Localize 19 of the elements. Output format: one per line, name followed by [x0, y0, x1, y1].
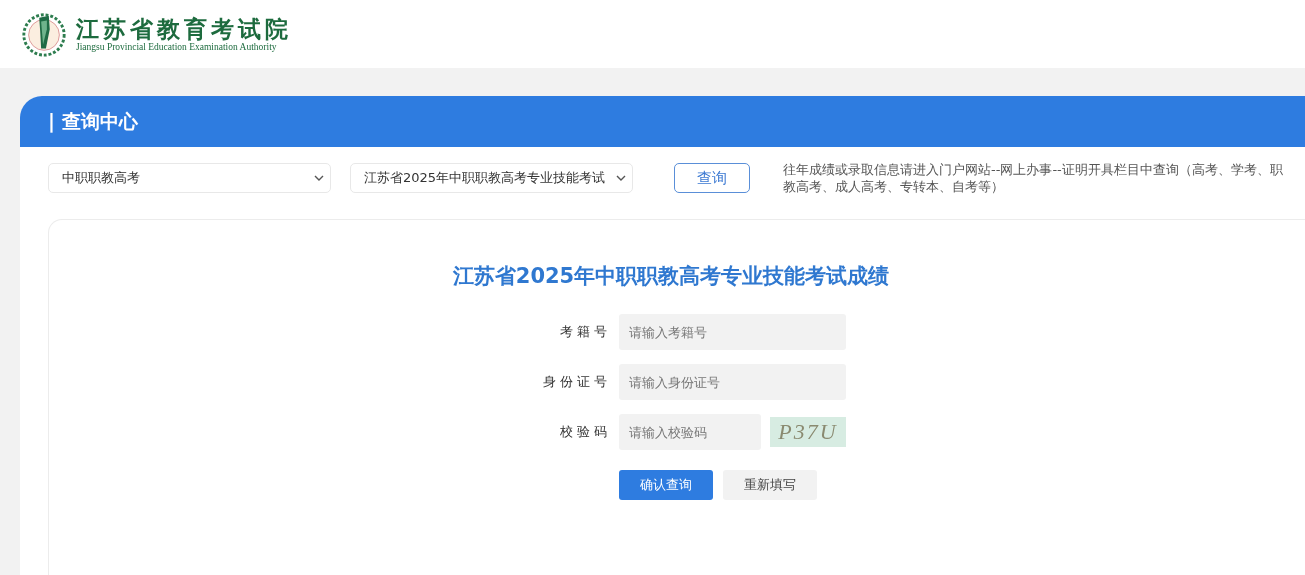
field-label: 校 验 码: [558, 423, 607, 441]
query-button[interactable]: 查询: [674, 163, 750, 193]
input-field[interactable]: 请输入校验码: [619, 414, 761, 450]
field-label: 身 份 证 号: [541, 373, 607, 391]
form-title: 江苏省2025年中职职教高考专业技能考试成绩: [451, 263, 891, 290]
logo-subtitle: Jiangsu Provincial Education Examination Authority: [76, 42, 278, 52]
exam-select[interactable]: 中职职教高考: [48, 163, 331, 193]
field-label: 考 籍 号: [558, 323, 607, 341]
chevron-down-icon: [616, 175, 626, 181]
input-field[interactable]: 请输入考籍号: [619, 314, 846, 350]
notice-text: 往年成绩或录取信息请进入门户网站--网上办事--证明开具栏目中查询（高考、学考、职教高考、成人高考、专转本、自考等）: [783, 161, 1283, 195]
reset-button[interactable]: 重新填写: [723, 470, 817, 500]
chevron-down-icon: [314, 175, 324, 181]
input-field[interactable]: 请输入身份证号: [619, 364, 846, 400]
exam-select[interactable]: 江苏省2025年中职职教高考专业技能考试: [350, 163, 633, 193]
section-title: | 查询中心: [48, 108, 138, 135]
logo-title: 江苏省教育考试院: [76, 16, 292, 42]
logo-emblem-icon: [20, 10, 68, 58]
submit-button[interactable]: 确认查询: [619, 470, 713, 500]
